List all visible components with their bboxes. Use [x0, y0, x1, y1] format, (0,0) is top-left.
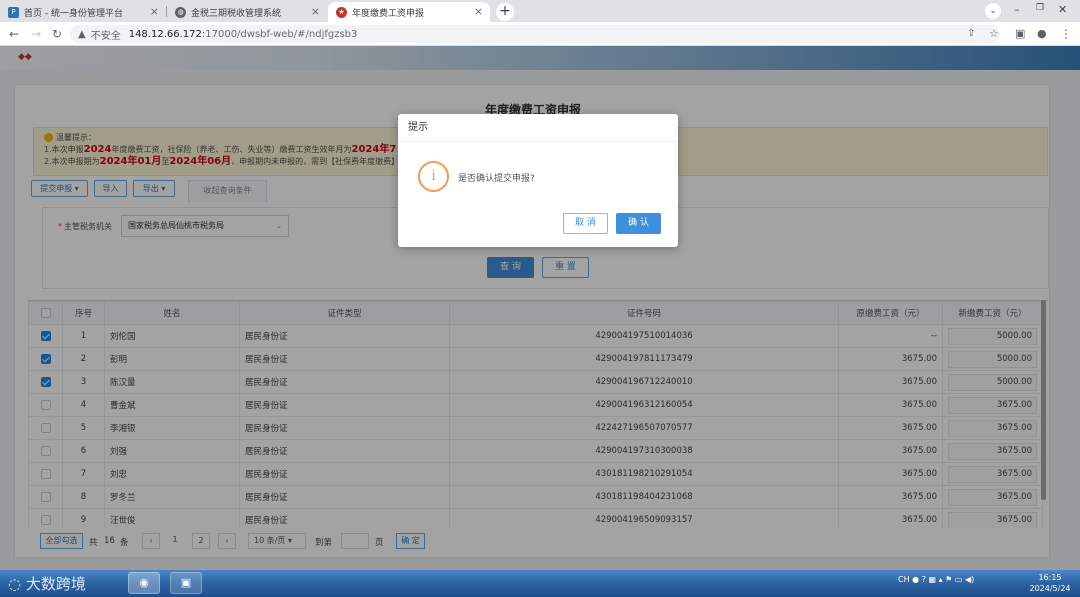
browser-toolbar: ← → ↻ ▲ 不安全 148.12.66.172:17000/dwsbf-we…: [0, 22, 1080, 46]
share-icon[interactable]: ⇪: [967, 26, 975, 42]
reload-icon[interactable]: ↻: [52, 26, 62, 42]
address-bar[interactable]: ▲ 不安全 148.12.66.172:17000/dwsbf-web/#/nd…: [70, 25, 1000, 43]
close-icon[interactable]: ×: [150, 5, 159, 18]
sidebar-icon[interactable]: ▣: [1015, 26, 1025, 42]
clock-date: 2024/5/24: [1029, 584, 1071, 593]
system-tray: CH ● ? ▦ ▴ ⚑ ▭ ◀): [898, 575, 974, 584]
minimize-icon[interactable]: –: [1014, 3, 1020, 16]
tab-label: 首页 - 统一身份管理平台: [24, 8, 123, 19]
chrome-taskbar-icon[interactable]: ◉: [128, 572, 160, 594]
info-icon: i: [418, 161, 449, 192]
dialog-cancel-button[interactable]: 取 消: [563, 213, 608, 234]
tab-portal[interactable]: P 首页 - 统一身份管理平台 ×: [0, 2, 166, 22]
url-host: 148.12.66.172: [128, 28, 202, 40]
watermark-logo: ◌ 大数跨境: [8, 573, 86, 594]
tab-annual-wage[interactable]: ★ 年度缴费工资申报 ×: [328, 2, 490, 22]
tab-label: 年度缴费工资申报: [352, 8, 425, 19]
globe-icon: ◍: [175, 6, 186, 18]
help-icon[interactable]: ?: [922, 575, 926, 584]
tax-emblem-icon: ★: [336, 6, 347, 18]
close-icon[interactable]: ×: [311, 5, 320, 18]
screen: P 首页 - 统一身份管理平台 × ◍ 金税三期税收管理系统 × ★ 年度缴费工…: [0, 0, 1080, 597]
screen-icon[interactable]: ▭: [955, 575, 963, 584]
tab-label: 金税三期税收管理系统: [191, 8, 282, 19]
forward-arrow-icon[interactable]: →: [31, 26, 41, 42]
network-icon[interactable]: ▦: [928, 575, 936, 584]
os-taskbar: ◉ ▣ CH ● ? ▦ ▴ ⚑ ▭ ◀) 16:15 2024/5/24: [0, 570, 1080, 597]
dialog-confirm-button[interactable]: 确 认: [616, 213, 661, 234]
tab-tax-system[interactable]: ◍ 金税三期税收管理系统 ×: [167, 2, 327, 22]
dialog-title: 提示: [398, 114, 678, 142]
browser-tab-strip: P 首页 - 统一身份管理平台 × ◍ 金税三期税收管理系统 × ★ 年度缴费工…: [0, 0, 1080, 22]
chevron-down-icon[interactable]: ⌄: [985, 3, 1001, 19]
clock-time: 16:15: [1038, 573, 1062, 582]
bookmark-star-icon[interactable]: ☆: [989, 26, 999, 42]
profile-icon[interactable]: ●: [1037, 26, 1047, 42]
more-menu-icon[interactable]: ⋮: [1060, 26, 1072, 42]
flag-icon[interactable]: ⚑: [945, 575, 952, 584]
close-window-icon[interactable]: ✕: [1058, 3, 1067, 16]
security-label: 不安全: [90, 30, 121, 42]
close-icon[interactable]: ×: [474, 5, 483, 18]
portal-icon: P: [8, 6, 19, 18]
tray-app-icon[interactable]: ●: [912, 575, 919, 584]
taskbar-clock[interactable]: 16:15 2024/5/24: [1024, 572, 1076, 594]
watermark-icon: ◌: [8, 575, 22, 593]
expand-tray-icon[interactable]: ▴: [939, 575, 943, 584]
dialog-message: 是否确认提交申报?: [458, 174, 535, 184]
input-method-indicator[interactable]: CH: [898, 575, 910, 584]
back-arrow-icon[interactable]: ←: [9, 26, 19, 42]
app-taskbar-icon[interactable]: ▣: [170, 572, 202, 594]
confirm-dialog: 提示 i 是否确认提交申报? 取 消 确 认: [398, 114, 678, 247]
watermark-text: 大数跨境: [25, 575, 86, 593]
volume-icon[interactable]: ◀): [965, 575, 974, 584]
maximize-icon[interactable]: ❐: [1036, 3, 1044, 13]
warning-triangle-icon: ▲: [78, 28, 86, 40]
url-path: :17000/dwsbf-web/#/ndjfgzsb3: [201, 28, 358, 40]
new-tab-button[interactable]: +: [496, 3, 514, 21]
